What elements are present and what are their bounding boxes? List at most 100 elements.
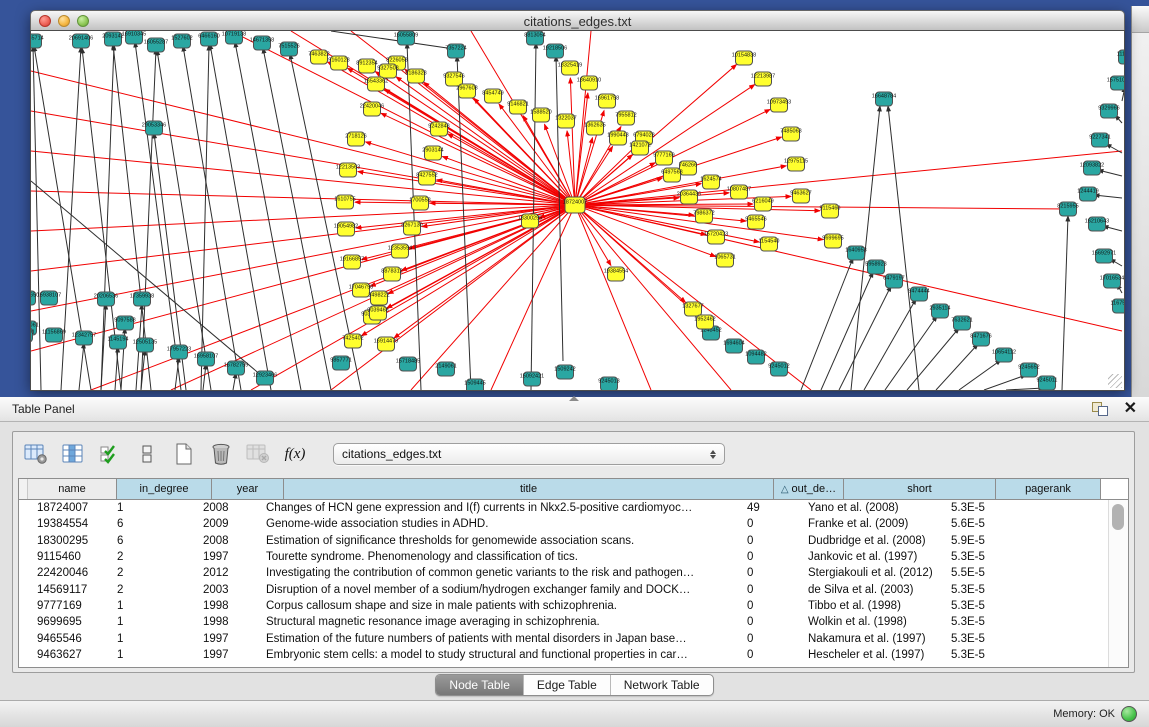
graph-node-label: 29053346 — [142, 123, 166, 129]
delete-rows-icon[interactable] — [208, 440, 234, 468]
column-header-label: name — [58, 483, 86, 495]
panel-splitter-handle[interactable] — [569, 396, 579, 401]
cell-year: 1998 — [194, 600, 257, 612]
table-row[interactable]: 969969511998Structural magnetic resonanc… — [19, 614, 1108, 630]
graph-node-label: 1640953 — [845, 248, 866, 254]
graph-node-label: 16961758 — [595, 96, 619, 102]
cell-short: Dudbridge et al. (2008) — [799, 535, 942, 547]
column-header-year[interactable]: year — [212, 479, 284, 499]
show-column-icon[interactable] — [60, 440, 86, 468]
column-header-title[interactable]: title — [284, 479, 774, 499]
cell-out_de: 0 — [738, 584, 799, 596]
table-row[interactable]: 1872400712008Changes of HCN gene express… — [19, 500, 1108, 516]
table-row[interactable]: 2242004622012Investigating the contribut… — [19, 565, 1108, 581]
cell-name: 9777169 — [28, 600, 108, 612]
cell-in_degree: 2 — [108, 584, 194, 596]
cell-out_de: 49 — [738, 502, 799, 514]
graph-node-label: 15692971 — [1092, 251, 1116, 257]
cell-name: 19384554 — [28, 518, 108, 530]
sort-ascending-icon: △ — [781, 484, 789, 495]
vertical-scrollbar[interactable] — [1108, 500, 1128, 667]
cell-year: 2009 — [194, 518, 257, 530]
window-titlebar[interactable]: citations_edges.txt — [30, 10, 1125, 32]
graph-node-label: 9327546 — [443, 74, 464, 80]
graph-node-label: 9474444 — [908, 289, 929, 295]
graph-node-label: 9160128 — [328, 58, 349, 64]
graph-node-label: 9227341 — [1089, 135, 1110, 141]
float-panel-icon[interactable] — [1092, 402, 1108, 416]
close-panel-icon[interactable]: ✕ — [1124, 402, 1137, 416]
tab-edge-table[interactable]: Edge Table — [523, 675, 610, 695]
cell-pagerank: 5.9E-5 — [942, 535, 1038, 547]
column-header-pagerank[interactable]: pagerank — [996, 479, 1101, 499]
graph-node-label: 1065731 — [714, 255, 735, 261]
graph-node-label: 1244419 — [1077, 189, 1098, 195]
graph-node-label: 9245011 — [1036, 378, 1057, 384]
graph-node-label: 8813054 — [524, 33, 545, 39]
column-header-name[interactable]: name — [28, 479, 117, 499]
function-builder-icon[interactable]: f(x) — [282, 440, 308, 468]
graph-node-label: 8912354 — [356, 61, 377, 67]
graph-node-label: 1145194 — [107, 337, 128, 343]
select-rows-icon[interactable] — [97, 440, 123, 468]
graph-node-label: 8878312 — [381, 269, 402, 275]
tab-network-table[interactable]: Network Table — [610, 675, 713, 695]
table-row[interactable]: 946362711997Embryonic stem cells: a mode… — [19, 647, 1108, 663]
graph-node-label: 9857771 — [330, 358, 351, 364]
graph-node-label: 9465546 — [745, 217, 766, 223]
cell-in_degree: 1 — [108, 633, 194, 645]
table-settings-icon[interactable] — [23, 440, 49, 468]
cell-year: 1997 — [194, 633, 257, 645]
graph-node-label: 16055809 — [394, 33, 418, 39]
graph-node-label: 1509445 — [464, 381, 485, 387]
table-row[interactable]: 1830029562008Estimation of significance … — [19, 533, 1108, 549]
graph-node-label: 5958923 — [865, 262, 886, 268]
graph-node-label: 16914479 — [374, 339, 398, 345]
graph-node-label: 9699695 — [822, 236, 843, 242]
graph-node-label: 19384554 — [604, 269, 628, 275]
column-header-label: short — [907, 483, 931, 495]
graph-node-label: 746266 — [679, 163, 697, 169]
scrollbar-thumb[interactable] — [1112, 504, 1124, 530]
cell-out_de: 0 — [738, 649, 799, 661]
graph-node-label: 1167533 — [1110, 301, 1124, 307]
cell-title: Estimation of significance thresholds fo… — [257, 535, 738, 547]
network-graph: 1055714206914062093142169103451605528715… — [31, 31, 1124, 390]
status-bar: Memory: OK — [0, 700, 1149, 727]
cell-name: 18724007 — [28, 502, 108, 514]
table-row[interactable]: 977716911998Corpus callosum shape and si… — [19, 598, 1108, 614]
graph-node-label: 7515526 — [278, 44, 299, 50]
table-panel: Table Panel ✕ — [0, 397, 1149, 727]
cell-name: 22420046 — [28, 567, 108, 579]
table-panel-title: Table Panel — [12, 402, 75, 416]
delete-table-icon[interactable] — [245, 440, 271, 468]
column-header-in_degree[interactable]: in_degree — [117, 479, 212, 499]
graph-node-label: 20206536 — [94, 294, 118, 300]
tab-node-table[interactable]: Node Table — [436, 675, 523, 695]
new-table-icon[interactable] — [171, 440, 197, 468]
graph-node-label: 9463627 — [790, 191, 811, 197]
graph-node-label: 9329966 — [1098, 106, 1119, 112]
network-canvas[interactable]: 1055714206914062093142169103451605528715… — [30, 30, 1125, 391]
table-toolbar: f(x) citations_edges.txt — [13, 432, 1134, 476]
cell-short: Tibbo et al. (1998) — [799, 600, 942, 612]
table-select-dropdown[interactable]: citations_edges.txt — [333, 443, 725, 465]
table-row[interactable]: 1456911722003Disruption of a novel membe… — [19, 581, 1108, 597]
graph-node-label: 10807487 — [727, 187, 751, 193]
table-row[interactable]: 1938455462009Genome-wide association stu… — [19, 516, 1108, 532]
canvas-resize-grip[interactable] — [1108, 374, 1122, 388]
row-height-icon[interactable] — [134, 440, 160, 468]
table-row[interactable]: 911546021997Tourette syndrome. Phenomeno… — [19, 549, 1108, 565]
table-row[interactable]: 946554611997Estimation of the future num… — [19, 630, 1108, 646]
cell-year: 2008 — [194, 535, 257, 547]
cell-short: Jankovic et al. (1997) — [799, 551, 942, 563]
graph-node-label: 15720423 — [704, 232, 728, 238]
cell-in_degree: 1 — [108, 502, 194, 514]
cell-pagerank: 5.3E-5 — [942, 584, 1038, 596]
column-header-short[interactable]: short — [844, 479, 996, 499]
graph-node-label: 16543362 — [364, 79, 388, 85]
cell-title: Embryonic stem cells: a model to study s… — [257, 649, 738, 661]
column-header-out_de[interactable]: △out_de… — [774, 479, 844, 499]
cell-pagerank: 5.5E-5 — [942, 567, 1038, 579]
graph-node-label: 1527602 — [171, 36, 192, 42]
